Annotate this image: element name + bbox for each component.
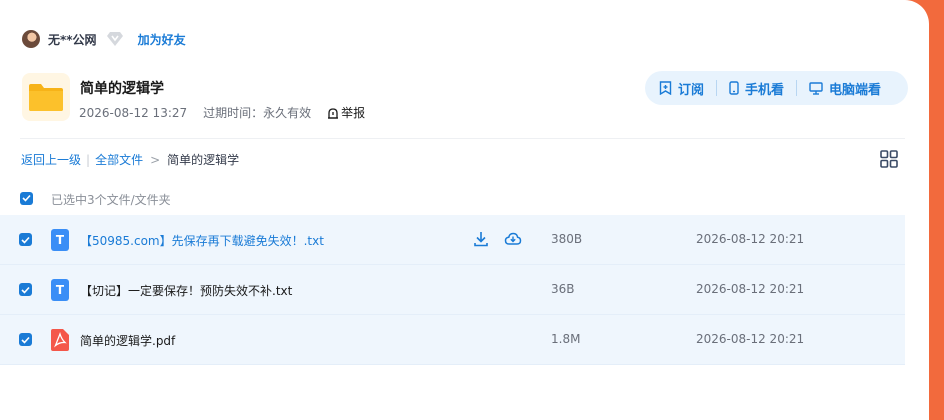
grid-view-icon[interactable] xyxy=(880,150,898,168)
report-icon xyxy=(328,107,339,119)
vip-diamond-icon xyxy=(106,31,124,47)
cloud-save-icon[interactable] xyxy=(504,230,522,248)
share-card: 无**公网 加为好友 简单的逻辑学 2026-08-12 13:27 过期时间：… xyxy=(0,0,929,420)
file-name[interactable]: 简单的逻辑学.pdf xyxy=(80,332,175,349)
breadcrumb-separator: | xyxy=(86,152,91,167)
file-time: 2026-08-12 20:21 xyxy=(696,282,805,296)
txt-file-icon: T xyxy=(51,279,69,301)
select-all-row xyxy=(20,189,33,207)
monitor-icon xyxy=(809,81,823,95)
action-divider xyxy=(716,80,718,96)
row-checkbox[interactable] xyxy=(19,333,32,346)
file-time: 2026-08-12 20:21 xyxy=(696,332,805,346)
phone-icon xyxy=(729,81,739,95)
report-label: 举报 xyxy=(341,106,366,120)
expire-info: 过期时间：永久有效 xyxy=(203,106,312,120)
desktop-view-button[interactable]: 电脑端看 xyxy=(809,79,881,98)
pdf-file-icon xyxy=(51,329,69,351)
file-time: 2026-08-12 20:21 xyxy=(696,232,805,246)
action-divider xyxy=(796,80,798,96)
avatar[interactable] xyxy=(22,30,40,48)
mobile-view-button[interactable]: 手机看 xyxy=(729,79,784,98)
desktop-view-label: 电脑端看 xyxy=(829,82,882,98)
subscribe-button[interactable]: 订阅 xyxy=(659,79,704,98)
breadcrumb: 返回上一级 | 全部文件 > 简单的逻辑学 xyxy=(21,151,239,168)
file-row[interactable]: 简单的逻辑学.pdf 1.8M 2026-08-12 20:21 xyxy=(0,315,905,365)
file-row[interactable]: T 【50985.com】先保存再下载避免失效！.txt 380B 2026-0… xyxy=(0,215,905,265)
row-checkbox[interactable] xyxy=(19,283,32,296)
file-list: T 【50985.com】先保存再下载避免失效！.txt 380B 2026-0… xyxy=(0,215,905,365)
subscribe-icon xyxy=(659,81,672,95)
file-size: 36B xyxy=(551,282,575,296)
breadcrumb-arrow: > xyxy=(150,152,161,167)
breadcrumb-all-files[interactable]: 全部文件 xyxy=(95,151,143,168)
sharer-row: 无**公网 加为好友 xyxy=(22,29,186,49)
breadcrumb-back[interactable]: 返回上一级 xyxy=(21,151,81,168)
mobile-view-label: 手机看 xyxy=(745,82,785,98)
txt-file-icon: T xyxy=(51,229,69,251)
download-icon[interactable] xyxy=(472,230,490,248)
folder-icon xyxy=(22,73,70,121)
selection-summary: 已选中3个文件/文件夹 xyxy=(51,193,171,207)
report-button[interactable]: 举报 xyxy=(327,104,365,121)
row-checkbox[interactable] xyxy=(19,233,32,246)
select-all-checkbox[interactable] xyxy=(20,191,33,205)
row-actions xyxy=(472,230,522,248)
folder-title: 简单的逻辑学 xyxy=(80,81,164,97)
file-size: 380B xyxy=(551,232,583,246)
sharer-name[interactable]: 无**公网 xyxy=(48,31,97,48)
file-row[interactable]: T 【切记】一定要保存！预防失效不补.txt 36B 2026-08-12 20… xyxy=(0,265,905,315)
folder-meta: 2026-08-12 13:27 过期时间：永久有效 举报 xyxy=(79,104,365,121)
subscribe-label: 订阅 xyxy=(678,82,705,98)
share-date: 2026-08-12 13:27 xyxy=(79,105,188,120)
breadcrumb-current: 简单的逻辑学 xyxy=(167,153,240,167)
view-actions: 订阅 手机看 电脑端看 xyxy=(645,71,908,105)
add-friend-link[interactable]: 加为好友 xyxy=(138,31,186,48)
file-name[interactable]: 【50985.com】先保存再下载避免失效！.txt xyxy=(80,232,324,249)
file-size: 1.8M xyxy=(551,332,581,346)
file-name[interactable]: 【切记】一定要保存！预防失效不补.txt xyxy=(80,282,292,299)
header-divider xyxy=(20,138,905,139)
